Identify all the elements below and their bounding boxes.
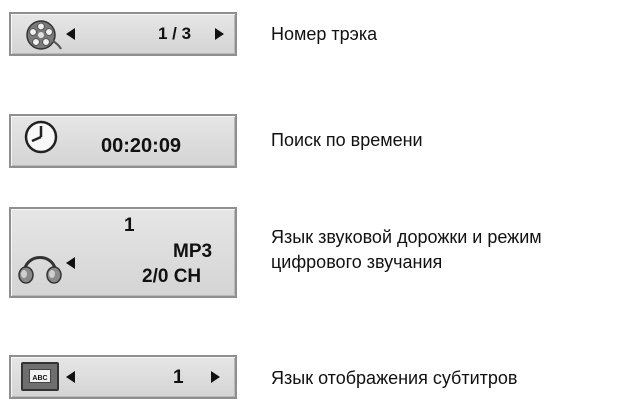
subtitle-language-value: 1 bbox=[173, 367, 184, 388]
clock-icon bbox=[24, 120, 58, 154]
previous-subtitle-arrow[interactable] bbox=[66, 371, 75, 383]
track-number-caption: Номер трэка bbox=[271, 24, 378, 44]
film-reel-icon bbox=[26, 20, 62, 50]
previous-track-arrow[interactable] bbox=[66, 28, 75, 40]
audio-language-caption-line-2: цифрового звучания bbox=[271, 252, 443, 272]
previous-audio-arrow[interactable] bbox=[66, 257, 75, 269]
time-search-value[interactable]: 00:20:09 bbox=[101, 135, 181, 158]
next-track-arrow[interactable] bbox=[215, 28, 224, 40]
audio-channels-value: 2/0 CH bbox=[142, 266, 202, 287]
audio-format-value: MP3 bbox=[173, 241, 213, 262]
next-subtitle-arrow[interactable] bbox=[211, 371, 220, 383]
headphones-icon bbox=[18, 256, 62, 284]
subtitle-icon-label: ABC bbox=[32, 375, 48, 382]
track-number-value: 1 / 3 bbox=[158, 24, 192, 43]
subtitle-language-caption: Язык отображения субтитров bbox=[271, 368, 518, 388]
time-search-caption: Поиск по времени bbox=[271, 130, 423, 150]
audio-language-caption-line-1: Язык звуковой дорожки и режим bbox=[271, 227, 542, 247]
audio-language-number: 1 bbox=[124, 215, 135, 236]
subtitle-abc-icon: ABC bbox=[21, 362, 59, 391]
